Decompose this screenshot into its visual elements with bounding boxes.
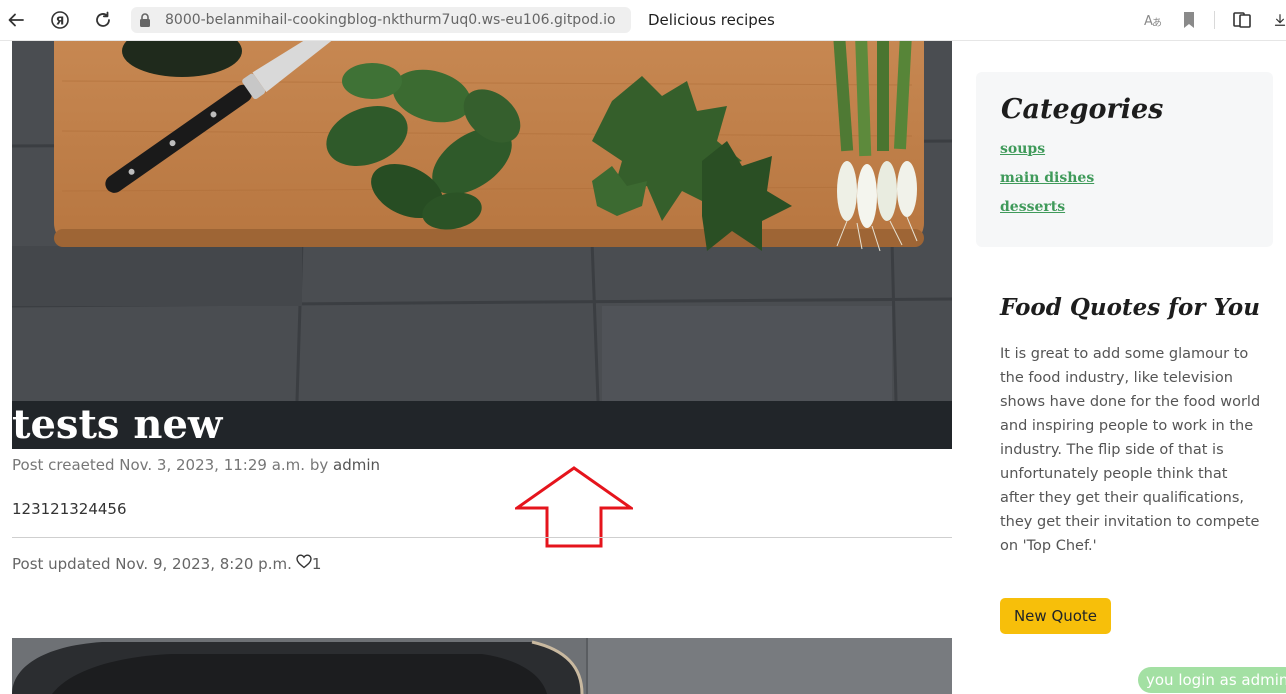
red-up-arrow-icon: [512, 466, 636, 553]
address-bar[interactable]: 8000-belanmihail-cookingblog-nkthurm7uq0…: [131, 7, 631, 33]
post-image: [12, 41, 952, 401]
quote-text: It is great to add some glamour to the f…: [1000, 346, 1261, 554]
bookmark-icon[interactable]: [1178, 9, 1200, 31]
page-title: Delicious recipes: [648, 11, 775, 29]
download-icon[interactable]: [1274, 9, 1286, 31]
like-button[interactable]: 1: [296, 554, 322, 573]
translate-icon[interactable]: Aあ: [1142, 9, 1164, 31]
toolbar-divider: [1214, 11, 1215, 29]
quotes-title: Food Quotes for You: [1000, 294, 1260, 321]
post-divider: [12, 537, 952, 538]
url-text: 8000-belanmihail-cookingblog-nkthurm7uq0…: [165, 12, 616, 28]
new-quote-button[interactable]: New Quote: [1000, 598, 1111, 634]
post-title[interactable]: tests new: [12, 399, 222, 451]
like-count: 1: [311, 554, 322, 573]
post-created-meta: Post creaeted Nov. 3, 2023, 11:29 a.m. b…: [12, 456, 380, 474]
categories-title: Categories: [1001, 94, 1164, 125]
svg-text:Я: Я: [56, 15, 64, 28]
categories-card: Categories soups main dishes desserts: [976, 72, 1273, 247]
svg-text:あ: あ: [1152, 17, 1162, 29]
next-post-image: [12, 638, 952, 694]
collections-icon[interactable]: [1231, 9, 1253, 31]
browser-toolbar: Я 8000-belanmihail-cookingblog-nkthurm7u…: [0, 0, 1286, 41]
reload-icon[interactable]: [92, 9, 114, 31]
post-body: 123121324456: [12, 500, 127, 518]
lock-icon: [139, 13, 151, 32]
post-updated-label: Post updated Nov. 9, 2023, 8:20 p.m.: [12, 554, 292, 573]
post-updated-meta: Post updated Nov. 9, 2023, 8:20 p.m. 1: [12, 554, 321, 573]
post-author: admin: [333, 456, 381, 474]
category-link-main-dishes[interactable]: main dishes: [1000, 170, 1094, 186]
category-link-desserts[interactable]: desserts: [1000, 199, 1065, 215]
post-created-label: Post creaeted Nov. 3, 2023, 11:29 a.m. b…: [12, 456, 329, 474]
category-link-soups[interactable]: soups: [1000, 141, 1045, 157]
back-icon[interactable]: [5, 9, 27, 31]
heart-outline-icon[interactable]: [296, 554, 312, 573]
yandex-icon[interactable]: Я: [49, 9, 71, 31]
login-status-badge: you login as admin: [1138, 667, 1286, 693]
